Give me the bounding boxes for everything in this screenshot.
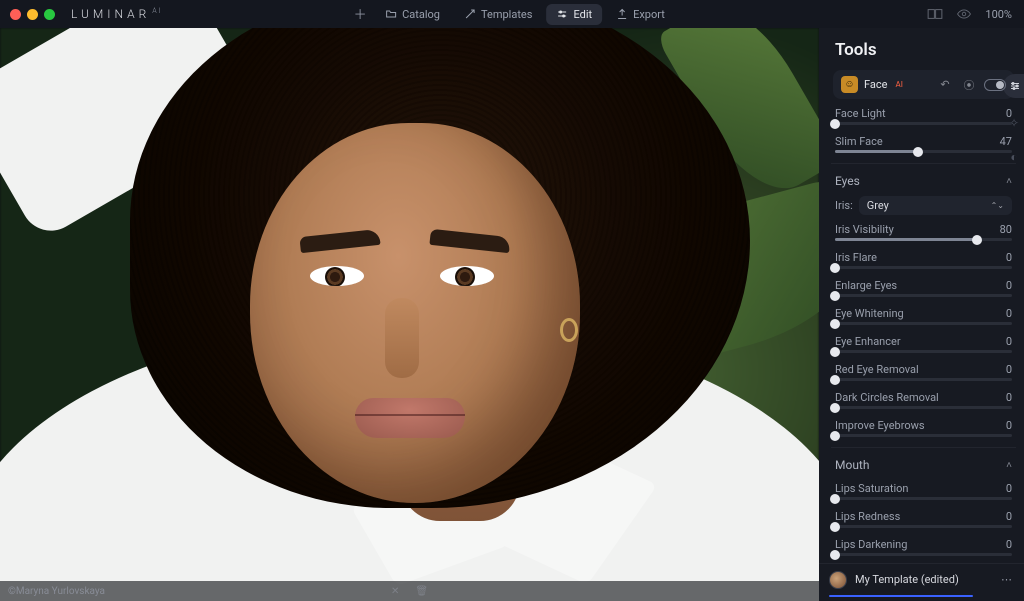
- template-menu-button[interactable]: ⋯: [1001, 573, 1014, 586]
- image-canvas[interactable]: ©Maryna Yurlovskaya ✕ 🗑: [0, 28, 819, 601]
- section-face-header[interactable]: ☺ Face AI ↶ ⦿: [833, 70, 1014, 99]
- face-badge-icon: ☺: [841, 76, 858, 93]
- tools-panel: Tools ✧ ◐ ☺ Face AI ↶ ⦿: [819, 28, 1024, 601]
- tab-edit[interactable]: Edit: [546, 4, 602, 25]
- trash-icon[interactable]: 🗑: [415, 586, 428, 597]
- slider-value: 0: [1006, 279, 1012, 292]
- slider-label: Lips Saturation: [835, 482, 908, 495]
- slider-eye-whitening[interactable]: Eye Whitening 0: [835, 307, 1012, 325]
- photo-preview: [0, 28, 819, 601]
- folder-icon: [385, 8, 397, 20]
- slider-label: Enlarge Eyes: [835, 279, 897, 292]
- slider-iris-flare[interactable]: Iris Flare 0: [835, 251, 1012, 269]
- slider-enlarge-eyes[interactable]: Enlarge Eyes 0: [835, 279, 1012, 297]
- chevron-up-icon: ˄: [1006, 460, 1012, 471]
- topbar-right: 100%: [927, 8, 1012, 21]
- template-intensity-slider[interactable]: [829, 595, 973, 597]
- slider-value: 0: [1006, 363, 1012, 376]
- updown-icon: ⌃⌄: [991, 201, 1004, 210]
- slider-label: Slim Face: [835, 135, 883, 148]
- brand-suffix: AI: [152, 7, 162, 15]
- title-bar: LUMINARAI ＋ Catalog Templates Edit Expor…: [0, 0, 1024, 28]
- slider-label: Iris Flare: [835, 251, 877, 264]
- maximize-window-button[interactable]: [44, 9, 55, 20]
- slider-value: 0: [1006, 482, 1012, 495]
- canvas-status-bar: ©Maryna Yurlovskaya ✕ 🗑: [0, 581, 819, 601]
- compare-icon[interactable]: [927, 9, 943, 19]
- wand-icon: [464, 8, 476, 20]
- tab-catalog-label: Catalog: [402, 8, 440, 21]
- tab-export-label: Export: [633, 8, 665, 21]
- slider-lips-saturation[interactable]: Lips Saturation 0: [835, 482, 1012, 500]
- slider-value: 0: [1006, 419, 1012, 432]
- main-nav: ＋ Catalog Templates Edit Export: [349, 4, 675, 25]
- template-bar: My Template (edited) ⋯: [819, 563, 1024, 595]
- iris-select-row: Iris: Grey ⌃⌄: [835, 196, 1012, 215]
- zoom-level[interactable]: 100%: [985, 8, 1012, 21]
- slider-value: 0: [1006, 391, 1012, 404]
- panel-settings-button[interactable]: [1003, 74, 1024, 98]
- window-controls: [0, 9, 55, 20]
- section-face-toggle[interactable]: [984, 79, 1006, 91]
- slider-lips-redness[interactable]: Lips Redness 0: [835, 510, 1012, 528]
- app-brand: LUMINARAI: [71, 7, 163, 21]
- iris-select-value: Grey: [867, 199, 889, 212]
- slider-value: 0: [1006, 251, 1012, 264]
- template-name: My Template (edited): [855, 573, 993, 586]
- slider-lips-darkening[interactable]: Lips Darkening 0: [835, 538, 1012, 556]
- template-thumbnail[interactable]: [829, 571, 847, 589]
- slider-label: Eye Enhancer: [835, 335, 901, 348]
- slider-label: Dark Circles Removal: [835, 391, 939, 404]
- chevron-up-icon: ˄: [1006, 176, 1012, 187]
- preview-icon[interactable]: [957, 9, 971, 19]
- export-icon: [616, 8, 628, 20]
- slider-slim-face[interactable]: Slim Face47: [835, 135, 1012, 153]
- slider-eye-enhancer[interactable]: Eye Enhancer 0: [835, 335, 1012, 353]
- sliders-icon: [556, 8, 568, 20]
- slider-label: Eye Whitening: [835, 307, 904, 320]
- slider-value: 0: [1006, 335, 1012, 348]
- tab-export[interactable]: Export: [606, 4, 675, 25]
- iris-label: Iris:: [835, 199, 853, 212]
- slider-label: Improve Eyebrows: [835, 419, 925, 432]
- slider-dark-circles[interactable]: Dark Circles Removal 0: [835, 391, 1012, 409]
- tab-templates[interactable]: Templates: [454, 4, 542, 25]
- slider-face-light[interactable]: Face Light0: [835, 107, 1012, 125]
- subsection-eyes-header[interactable]: Eyes ˄: [833, 172, 1014, 192]
- slider-label: Red Eye Removal: [835, 363, 919, 376]
- sliders-icon: [1009, 80, 1021, 92]
- slider-label: Face Light: [835, 107, 886, 120]
- subsection-mouth-header[interactable]: Mouth ˄: [833, 456, 1014, 476]
- slider-iris-visibility[interactable]: Iris Visibility 80: [835, 223, 1012, 241]
- crop-icon[interactable]: ✕: [391, 586, 399, 597]
- subsection-eyes-title: Eyes: [835, 174, 860, 188]
- iris-select[interactable]: Grey ⌃⌄: [859, 196, 1012, 215]
- tab-templates-label: Templates: [481, 8, 532, 21]
- panel-title: Tools: [833, 28, 1014, 70]
- slider-value: 0: [1006, 510, 1012, 523]
- slider-value: 0: [1006, 538, 1012, 551]
- slider-improve-eyebrows[interactable]: Improve Eyebrows 0: [835, 419, 1012, 437]
- reset-icon[interactable]: ⦿: [960, 77, 978, 93]
- slider-value: 0: [1006, 307, 1012, 320]
- tab-catalog[interactable]: Catalog: [375, 4, 450, 25]
- section-face-title: Face: [864, 78, 887, 91]
- slider-label: Lips Redness: [835, 510, 900, 523]
- subsection-mouth-title: Mouth: [835, 458, 869, 472]
- slider-label: Iris Visibility: [835, 223, 894, 236]
- minimize-window-button[interactable]: [27, 9, 38, 20]
- undo-icon[interactable]: ↶: [936, 78, 954, 91]
- slider-red-eye-removal[interactable]: Red Eye Removal 0: [835, 363, 1012, 381]
- brand-name: LUMINAR: [71, 7, 150, 21]
- ai-indicator-icon: AI: [895, 80, 902, 89]
- photo-credit: ©Maryna Yurlovskaya: [8, 586, 105, 597]
- tab-edit-label: Edit: [573, 8, 592, 21]
- slider-value: 80: [1000, 223, 1012, 236]
- close-window-button[interactable]: [10, 9, 21, 20]
- add-button[interactable]: ＋: [349, 4, 371, 25]
- slider-label: Lips Darkening: [835, 538, 907, 551]
